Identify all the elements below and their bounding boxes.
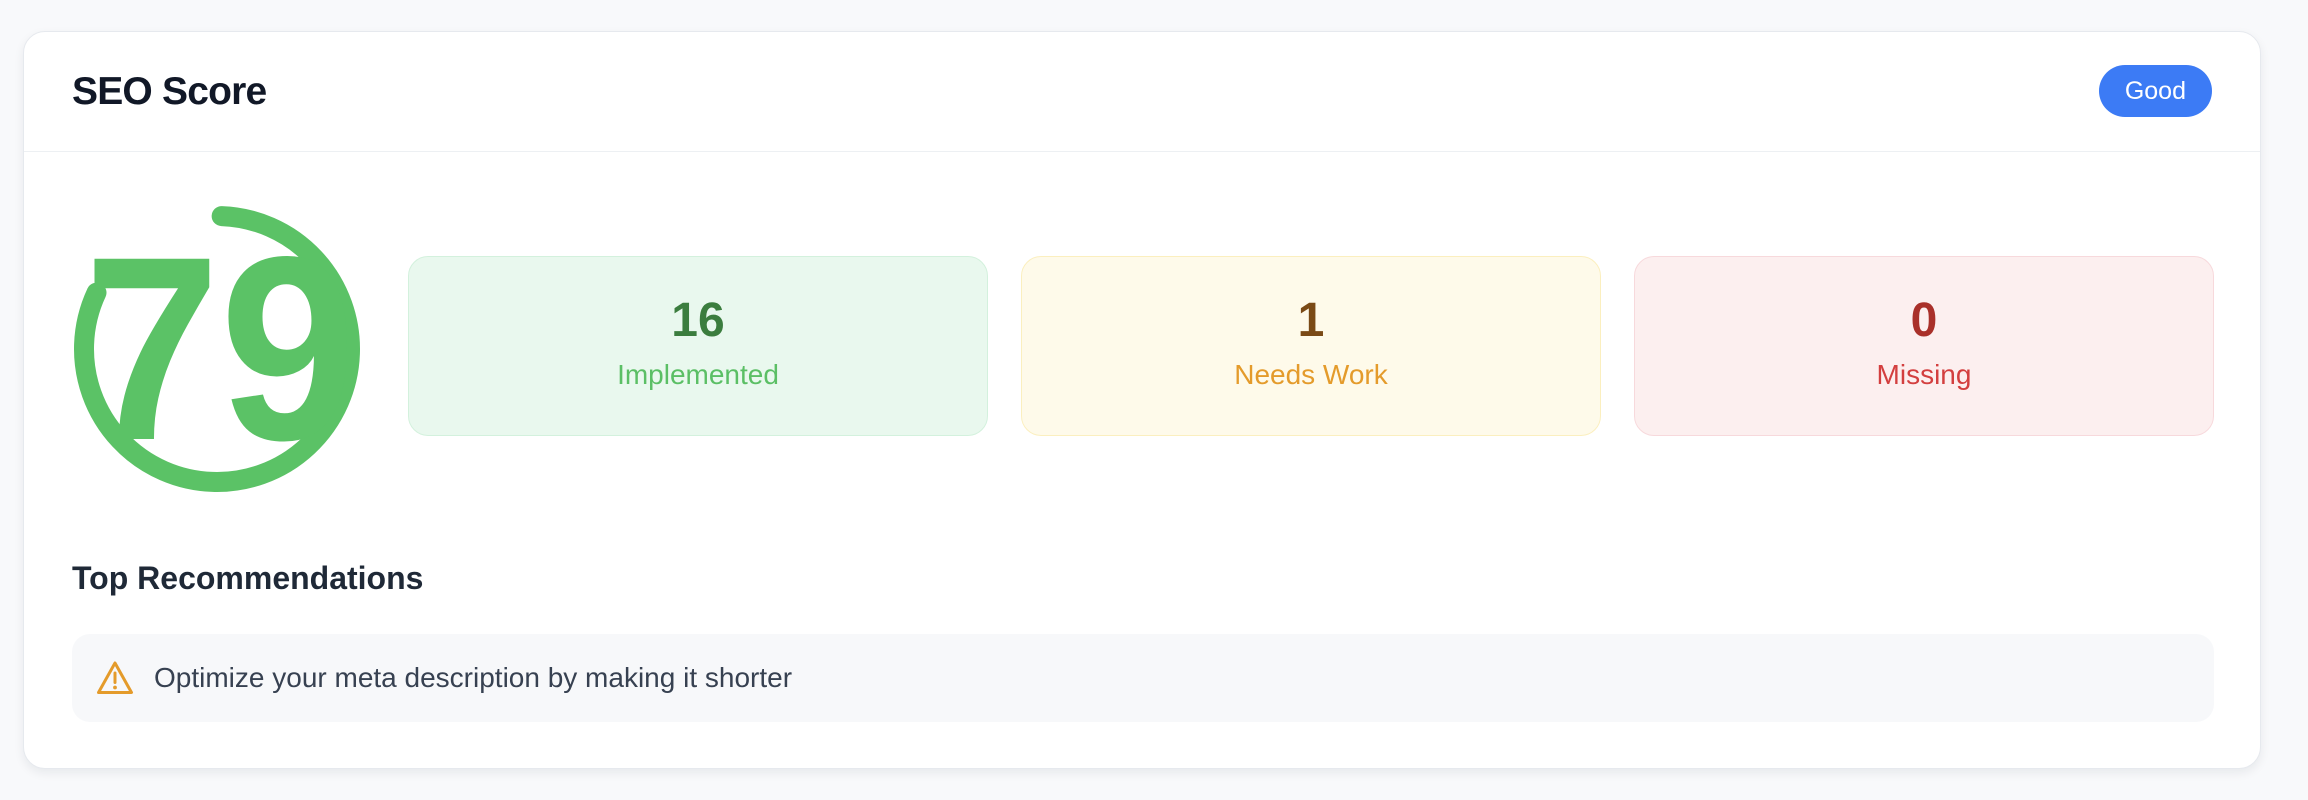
implemented-stat: 16 Implemented <box>408 256 988 436</box>
needs-work-stat: 1 Needs Work <box>1021 256 1601 436</box>
missing-label: Missing <box>1876 359 1972 390</box>
score-value: 79 <box>84 204 356 494</box>
seo-score-card: SEO Score Good 79 16 Implemented 1 Needs… <box>23 31 2261 769</box>
needs-work-count: 1 <box>1297 294 1325 347</box>
score-status-badge[interactable]: Good <box>2098 65 2212 117</box>
card-title: SEO Score <box>72 70 267 113</box>
card-header: SEO Score Good <box>24 32 2260 152</box>
recommendations-title: Top Recommendations <box>72 560 424 596</box>
recommendation-item: Optimize your meta description by making… <box>72 634 2214 722</box>
missing-stat: 0 Missing <box>1634 256 2214 436</box>
needs-work-label: Needs Work <box>1234 359 1388 390</box>
warning-triangle-icon <box>97 661 133 694</box>
recommendation-text: Optimize your meta description by making… <box>154 662 793 693</box>
score-gauge: 79 <box>73 204 360 494</box>
implemented-count: 16 <box>671 294 725 347</box>
missing-count: 0 <box>1910 294 1938 347</box>
implemented-label: Implemented <box>617 359 779 390</box>
